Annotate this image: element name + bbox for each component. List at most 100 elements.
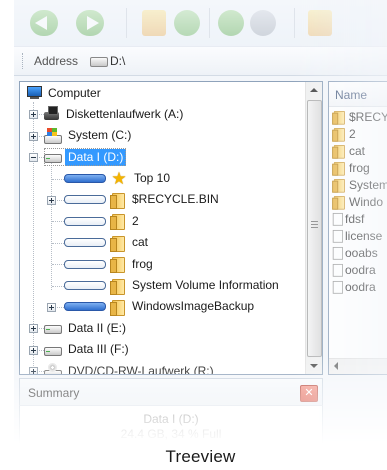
- tree-node[interactable]: System Volume Information: [64, 277, 282, 295]
- window-content: Address D:\ Computer Diskettenlaufwerk (…: [14, 0, 387, 444]
- tree-node[interactable]: System (C:): [44, 127, 134, 145]
- tree-node-drive-f[interactable]: Data III (F:): [20, 341, 306, 362]
- tree-node-selected[interactable]: Data I (D:): [44, 148, 127, 167]
- list-item[interactable]: System: [331, 176, 387, 193]
- list-item[interactable]: frog: [331, 159, 387, 176]
- tree-scrollbar[interactable]: [305, 82, 322, 374]
- list-item[interactable]: ooabs: [331, 244, 387, 261]
- back-icon[interactable]: [30, 10, 58, 36]
- expand-icon[interactable]: [29, 131, 38, 141]
- tree-node-label: WindowsImageBackup: [132, 299, 255, 314]
- list-item[interactable]: oodra: [331, 261, 387, 278]
- list-horizontal-scrollbar[interactable]: [329, 358, 387, 374]
- tree-node[interactable]: Data III (F:): [44, 341, 132, 359]
- file-list-items: $RECYC 2 cat frog System Windo fdsf lice…: [331, 108, 387, 295]
- summary-drive: Data I (D:): [143, 412, 199, 426]
- list-item[interactable]: license: [331, 227, 387, 244]
- tree-node[interactable]: Data II (E:): [44, 319, 129, 337]
- tree-node-drive-r[interactable]: DVD/CD-RW-Laufwerk (R:): [20, 362, 306, 375]
- tree-node-label: Top 10: [134, 171, 171, 186]
- list-item[interactable]: cat: [331, 142, 387, 159]
- folders-icon[interactable]: [308, 10, 332, 36]
- go-icon[interactable]: [218, 10, 244, 36]
- tree-node[interactable]: Diskettenlaufwerk (A:): [44, 105, 186, 123]
- column-header-name[interactable]: Name: [329, 82, 387, 107]
- address-grip[interactable]: [22, 53, 25, 69]
- size-bar: [64, 302, 106, 312]
- folder-icon: [332, 195, 346, 210]
- collapse-icon[interactable]: [29, 153, 38, 163]
- hard-drive-icon: [44, 151, 62, 164]
- expand-icon[interactable]: [29, 110, 38, 120]
- address-input[interactable]: D:\: [110, 54, 125, 68]
- list-item[interactable]: oodra: [331, 278, 387, 295]
- expand-icon[interactable]: [29, 345, 38, 355]
- tree-node-label: 2: [132, 213, 139, 228]
- tree-node[interactable]: $RECYCLE.BIN: [64, 191, 222, 209]
- tree-node-system-volume[interactable]: System Volume Information: [20, 277, 306, 298]
- tree-node-windows-image-backup[interactable]: WindowsImageBackup: [20, 298, 306, 319]
- tree-node[interactable]: 2: [64, 212, 142, 231]
- list-item[interactable]: 2: [331, 125, 387, 142]
- tree-node[interactable]: Computer: [26, 84, 104, 102]
- star-icon: ★: [111, 168, 127, 188]
- up-folder-icon[interactable]: [142, 10, 166, 36]
- scroll-down-icon[interactable]: [306, 357, 322, 374]
- expand-icon[interactable]: [47, 302, 56, 312]
- tree-node-label: System Volume Information: [132, 278, 279, 293]
- tree-node-drive-a[interactable]: Diskettenlaufwerk (A:): [20, 105, 306, 126]
- tree-node-drive-d[interactable]: Data I (D:): [20, 148, 306, 169]
- tree-node[interactable]: DVD/CD-RW-Laufwerk (R:): [44, 362, 217, 375]
- summary-usage: 24.4 GB, 34 % Full: [120, 427, 222, 441]
- tree-node[interactable]: ★ Top 10: [64, 170, 173, 188]
- tree-node[interactable]: WindowsImageBackup: [64, 298, 257, 316]
- close-icon[interactable]: ✕: [300, 385, 318, 402]
- tree-node-frog[interactable]: frog: [20, 255, 306, 276]
- tree-node-drive-c[interactable]: System (C:): [20, 127, 306, 148]
- forward-icon[interactable]: [76, 10, 104, 36]
- folder-icon: [332, 127, 346, 142]
- expand-icon[interactable]: [47, 195, 56, 205]
- folder-icon: [110, 213, 126, 231]
- tree-node-computer[interactable]: Computer: [20, 84, 306, 105]
- list-item[interactable]: $RECYC: [331, 108, 387, 125]
- summary-title: Summary: [28, 386, 80, 400]
- tree-node-label: System (C:): [68, 128, 132, 143]
- windows-drive-icon: [44, 127, 62, 144]
- tree-node-label: Diskettenlaufwerk (A:): [66, 106, 184, 121]
- toolbar-separator: [209, 8, 210, 38]
- tree-node[interactable]: cat: [64, 234, 151, 252]
- expand-icon[interactable]: [29, 367, 38, 374]
- column-header-label: Name: [335, 88, 368, 102]
- caption: Treeview: [165, 447, 236, 466]
- folder-icon: [110, 192, 126, 209]
- tree-node-cat[interactable]: cat: [20, 234, 306, 255]
- list-item[interactable]: fdsf: [331, 210, 387, 227]
- tree-node-label: frog: [132, 256, 153, 271]
- tree-connector: [52, 285, 64, 287]
- tree-node-2[interactable]: 2: [20, 212, 306, 233]
- expand-icon[interactable]: [29, 324, 38, 334]
- explorer-window: Address D:\ Computer Diskettenlaufwerk (…: [14, 0, 387, 444]
- folder-tree[interactable]: Computer Diskettenlaufwerk (A:) System (…: [19, 81, 323, 375]
- hard-drive-icon: [44, 322, 62, 335]
- tree-node-recycle-bin[interactable]: $RECYCLE.BIN: [20, 191, 306, 212]
- tree-node-drive-e[interactable]: Data II (E:): [20, 319, 306, 340]
- tree-node-label: Data III (F:): [68, 342, 129, 357]
- list-item-label: fdsf: [345, 211, 365, 226]
- list-item[interactable]: Windo: [331, 193, 387, 210]
- size-bar: [64, 195, 106, 205]
- tree-connector: [52, 178, 64, 180]
- scroll-thumb[interactable]: [307, 100, 322, 357]
- folder-icon: [332, 144, 346, 159]
- refresh-icon[interactable]: [174, 10, 200, 36]
- tree-node-top10[interactable]: ★ Top 10: [20, 170, 306, 191]
- folder-icon: [110, 256, 126, 274]
- home-icon[interactable]: [250, 10, 276, 36]
- drive-icon: [90, 57, 108, 67]
- tree-node-label: DVD/CD-RW-Laufwerk (R:): [68, 363, 214, 375]
- scroll-up-icon[interactable]: [306, 82, 322, 99]
- toolbar: [14, 0, 387, 47]
- tree-node[interactable]: frog: [64, 255, 156, 274]
- file-list[interactable]: Name $RECYC 2 cat frog System Windo fdsf…: [328, 81, 387, 375]
